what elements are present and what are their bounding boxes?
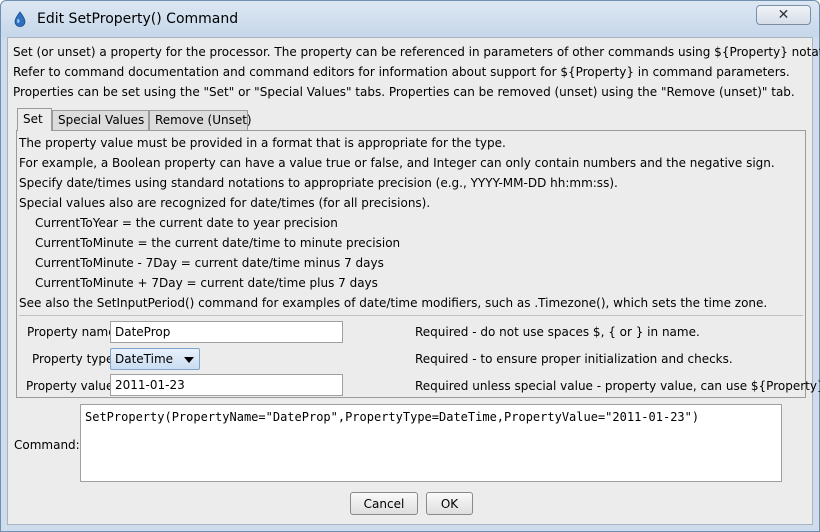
instruction-line: See also the SetInputPeriod() command fo… — [19, 296, 768, 310]
water-drop-icon — [14, 11, 26, 27]
special-value-line: CurrentToMinute = the current date/time … — [35, 236, 401, 250]
close-icon: ✕ — [777, 7, 790, 23]
instruction-line: The property value must be provided in a… — [19, 136, 506, 150]
ok-button[interactable]: OK — [426, 492, 473, 515]
intro-text: Set (or unset) a property for the proces… — [13, 42, 820, 102]
special-value-line: CurrentToMinute - 7Day = current date/ti… — [35, 256, 384, 270]
close-button[interactable]: ✕ — [756, 5, 811, 25]
property-value-hint: Required unless special value - property… — [415, 379, 820, 393]
property-type-label: Property type: — [32, 352, 118, 366]
tab-set[interactable]: Set — [17, 108, 52, 131]
property-name-label: Property name: — [27, 325, 120, 339]
property-value-input[interactable]: 2011-01-23 — [110, 374, 343, 396]
set-tab-instructions: The property value must be provided in a… — [19, 133, 775, 313]
intro-line: Properties can be set using the "Set" or… — [13, 85, 795, 99]
property-name-hint: Required - do not use spaces $, { or } i… — [415, 325, 700, 339]
chevron-down-icon — [184, 357, 194, 363]
dialog-window: Edit SetProperty() Command ✕ Set (or uns… — [0, 0, 820, 532]
property-type-select[interactable]: DateTime — [110, 348, 200, 370]
special-value-line: CurrentToMinute + 7Day = current date/ti… — [35, 276, 378, 290]
instruction-line: Special values also are recognized for d… — [19, 196, 431, 210]
command-textarea[interactable]: SetProperty(PropertyName="DateProp",Prop… — [80, 404, 782, 482]
set-tab-panel: The property value must be provided in a… — [16, 130, 820, 398]
instruction-line: For example, a Boolean property can have… — [19, 156, 775, 170]
command-label: Command: — [14, 438, 80, 452]
dialog-content: Set (or unset) a property for the proces… — [7, 37, 820, 525]
tab-remove-unset[interactable]: Remove (Unset) — [149, 110, 252, 130]
separator — [19, 315, 803, 316]
title-bar[interactable]: Edit SetProperty() Command ✕ — [1, 1, 819, 37]
property-name-input[interactable]: DateProp — [110, 321, 343, 343]
tab-special-values[interactable]: Special Values — [52, 110, 149, 130]
cancel-button[interactable]: Cancel — [350, 492, 418, 515]
property-type-value: DateTime — [115, 352, 174, 366]
intro-line: Refer to command documentation and comma… — [13, 65, 790, 79]
property-value-label: Property value: — [26, 379, 118, 393]
instruction-line: Specify date/times using standard notati… — [19, 176, 618, 190]
property-type-hint: Required - to ensure proper initializati… — [415, 352, 733, 366]
special-value-line: CurrentToYear = the current date to year… — [35, 216, 338, 230]
window-title: Edit SetProperty() Command — [37, 11, 239, 27]
intro-line: Set (or unset) a property for the proces… — [13, 45, 820, 59]
